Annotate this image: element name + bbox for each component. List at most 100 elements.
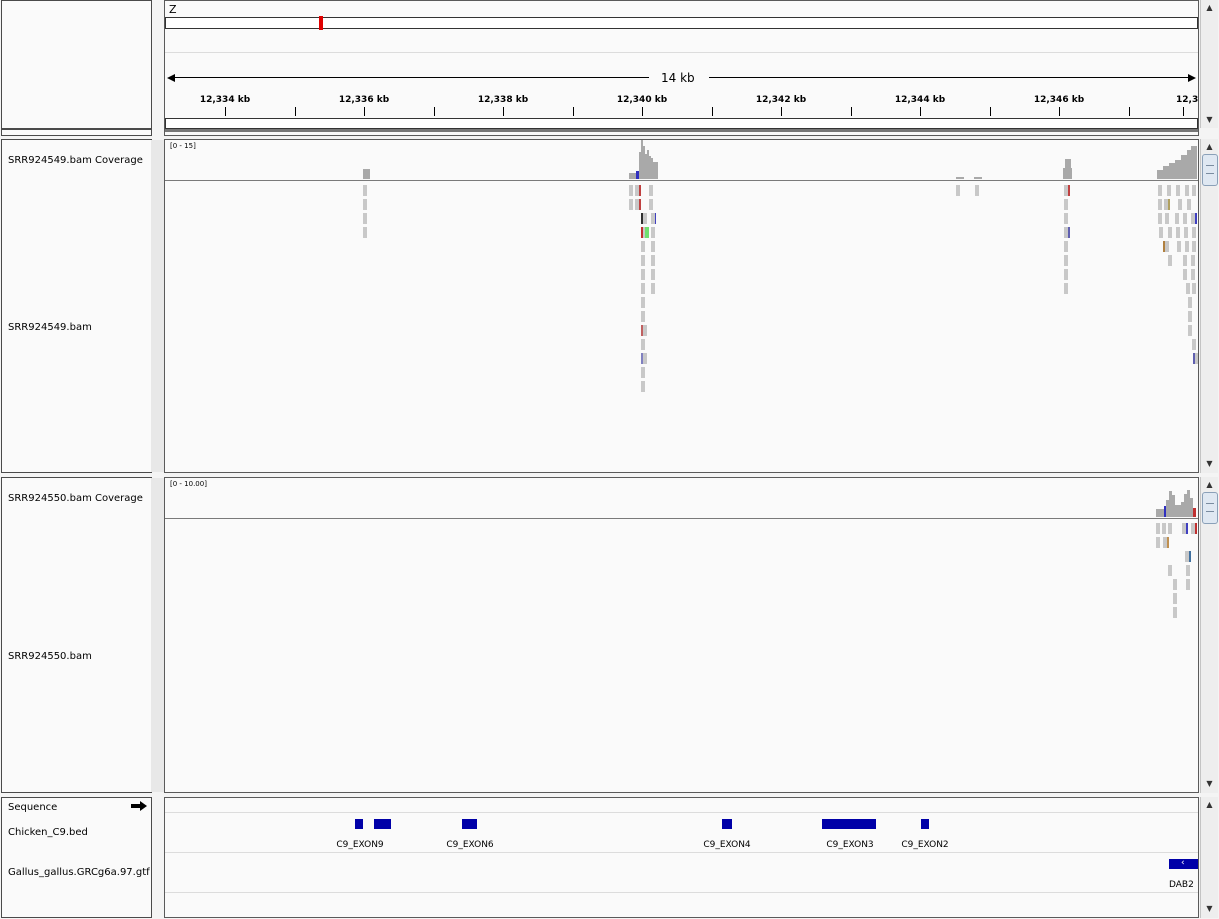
alignment-data-2[interactable]: [0 - 10.00] <box>164 477 1199 793</box>
read[interactable] <box>1064 283 1068 294</box>
scroll-up-icon[interactable]: ▲ <box>1202 797 1217 812</box>
read[interactable] <box>363 185 367 196</box>
read[interactable] <box>641 213 647 224</box>
read[interactable] <box>1178 199 1182 210</box>
read[interactable] <box>1192 241 1196 252</box>
read[interactable] <box>1163 537 1169 548</box>
read[interactable] <box>641 241 645 252</box>
read[interactable] <box>651 213 656 224</box>
read[interactable] <box>629 199 633 210</box>
read[interactable] <box>641 297 645 308</box>
read[interactable] <box>1185 551 1191 562</box>
read[interactable] <box>1188 325 1192 336</box>
read[interactable] <box>1156 537 1160 548</box>
read[interactable] <box>641 353 647 364</box>
exon-feature[interactable] <box>355 819 363 829</box>
scroll-thumb[interactable] <box>1202 154 1218 186</box>
read[interactable] <box>1158 213 1162 224</box>
read[interactable] <box>363 213 367 224</box>
read[interactable] <box>1064 269 1068 280</box>
exon-feature[interactable] <box>374 819 391 829</box>
scroll-thumb[interactable] <box>1202 492 1218 524</box>
exon-feature[interactable] <box>462 819 477 829</box>
read[interactable] <box>363 199 367 210</box>
read[interactable] <box>1184 227 1188 238</box>
alignment-track-name-1[interactable]: SRR924549.bam <box>8 322 92 334</box>
read[interactable] <box>649 185 653 196</box>
read[interactable] <box>1186 565 1190 576</box>
read[interactable] <box>1176 185 1180 196</box>
read[interactable] <box>1173 607 1177 618</box>
read[interactable] <box>1167 185 1171 196</box>
read[interactable] <box>1185 185 1189 196</box>
current-region-marker[interactable] <box>319 16 323 30</box>
read[interactable] <box>1064 241 1068 252</box>
read[interactable] <box>1064 213 1068 224</box>
read[interactable] <box>1192 185 1196 196</box>
read[interactable] <box>651 255 655 266</box>
read[interactable] <box>641 339 645 350</box>
bed-track-name[interactable]: Chicken_C9.bed <box>8 827 88 839</box>
read[interactable] <box>1163 241 1169 252</box>
gtf-track-name[interactable]: Gallus_gallus.GRCg6a.97.gtf <box>8 867 150 879</box>
read[interactable] <box>641 325 647 336</box>
read[interactable] <box>1182 523 1188 534</box>
read[interactable] <box>1158 199 1162 210</box>
scroll-up-icon[interactable]: ▲ <box>1202 139 1217 154</box>
read[interactable] <box>1168 227 1172 238</box>
feature-scrollbar[interactable]: ▲ ▼ <box>1200 797 1218 918</box>
read[interactable] <box>1159 227 1163 238</box>
read[interactable] <box>975 185 979 196</box>
read[interactable] <box>1191 523 1197 534</box>
read[interactable] <box>1188 297 1192 308</box>
read[interactable] <box>1183 213 1187 224</box>
read[interactable] <box>1191 255 1195 266</box>
read[interactable] <box>641 381 645 392</box>
read[interactable] <box>1162 523 1166 534</box>
read[interactable] <box>649 199 653 210</box>
read[interactable] <box>363 227 367 238</box>
read[interactable] <box>1164 199 1170 210</box>
exon-feature[interactable] <box>722 819 732 829</box>
read[interactable] <box>1185 241 1189 252</box>
panel2-scrollbar[interactable]: ▲ ▼ <box>1200 477 1218 793</box>
read[interactable] <box>641 367 645 378</box>
read[interactable] <box>1173 579 1177 590</box>
read[interactable] <box>1183 255 1187 266</box>
header-scrollbar[interactable]: ▲ ▼ <box>1200 0 1218 128</box>
exon-feature[interactable] <box>822 819 876 829</box>
read[interactable] <box>641 311 645 322</box>
read[interactable] <box>635 199 641 210</box>
read[interactable] <box>651 269 655 280</box>
panel1-scrollbar[interactable]: ▲ ▼ <box>1200 139 1218 473</box>
read[interactable] <box>1064 185 1070 196</box>
read[interactable] <box>1187 199 1191 210</box>
scroll-up-icon[interactable]: ▲ <box>1202 0 1217 15</box>
read[interactable] <box>641 255 645 266</box>
ruler-area[interactable]: Z 14 kb 12,334 kb 12,336 kb 12,338 kb 12,34… <box>164 0 1199 136</box>
scroll-down-icon[interactable]: ▼ <box>1202 901 1217 916</box>
coverage-track-name-2[interactable]: SRR924550.bam Coverage <box>8 493 143 505</box>
read[interactable] <box>1191 269 1195 280</box>
read[interactable] <box>1193 353 1198 364</box>
read[interactable] <box>1064 255 1068 266</box>
read[interactable] <box>1186 283 1190 294</box>
read[interactable] <box>1192 283 1196 294</box>
read[interactable] <box>1158 185 1162 196</box>
read[interactable] <box>629 185 633 196</box>
coverage-track-name-1[interactable]: SRR924549.bam Coverage <box>8 155 143 167</box>
scroll-down-icon[interactable]: ▼ <box>1202 112 1217 127</box>
read[interactable] <box>1156 523 1160 534</box>
read[interactable] <box>1168 523 1172 534</box>
right-arrow-icon[interactable] <box>131 801 147 811</box>
read[interactable] <box>1183 269 1187 280</box>
read[interactable] <box>1064 199 1068 210</box>
read[interactable] <box>1064 227 1070 238</box>
alignment-data-1[interactable]: [0 - 15] <box>164 139 1199 473</box>
read[interactable] <box>1191 213 1197 224</box>
exon-feature[interactable] <box>921 819 929 829</box>
read[interactable] <box>641 269 645 280</box>
read[interactable] <box>1192 227 1196 238</box>
scroll-down-icon[interactable]: ▼ <box>1202 456 1217 471</box>
scroll-down-icon[interactable]: ▼ <box>1202 776 1217 791</box>
